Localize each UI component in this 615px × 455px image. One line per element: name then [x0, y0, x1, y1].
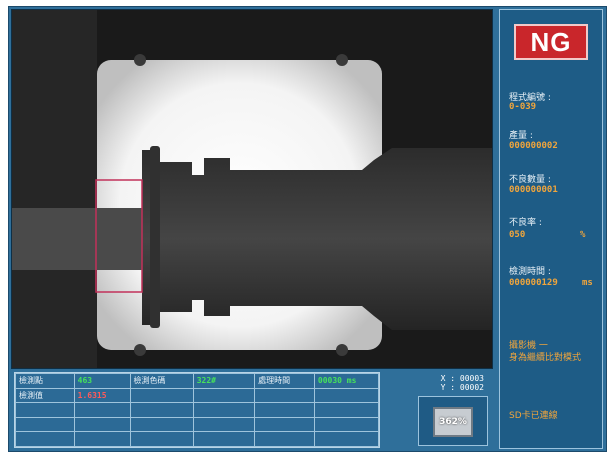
table-cell: 00030 ms — [313, 373, 380, 389]
sd-card-status: SD卡已連線 — [509, 411, 558, 421]
table-cell — [192, 387, 256, 404]
defect-rate-label: 不良率 : — [509, 218, 542, 228]
program-number-value: 0-039 — [509, 102, 537, 112]
table-cell: 檢測點 — [15, 373, 75, 389]
results-table: 檢測點 463 檢測色碼 322# 處理時間 00030 ms 檢測值 1.6315 — [15, 373, 380, 447]
table-cell — [15, 431, 75, 447]
coord-y: Y : 00002 — [440, 383, 484, 392]
defect-rate-unit: % — [580, 230, 586, 240]
table-cell — [129, 387, 194, 404]
production-count-value: 000000002 — [509, 141, 558, 151]
table-cell — [313, 402, 380, 418]
bolt-icon — [336, 344, 348, 356]
table-cell — [73, 402, 131, 418]
part-shaft — [12, 208, 152, 270]
table-cell — [313, 431, 380, 447]
result-badge: NG — [514, 24, 588, 60]
table-cell: 處理時間 — [254, 373, 315, 389]
table-cell — [313, 416, 380, 433]
camera-image — [12, 10, 492, 368]
table-cell: 463 — [73, 373, 131, 389]
table-row: 檢測值 1.6315 — [15, 387, 380, 404]
table-cell — [129, 402, 194, 418]
cursor-coordinates: X : 00003 Y : 00002 — [424, 374, 484, 392]
bolt-icon — [336, 54, 348, 66]
table-cell — [254, 387, 315, 404]
table-cell — [73, 416, 131, 433]
table-cell — [129, 431, 194, 447]
results-table-container: 檢測點 463 檢測色碼 322# 處理時間 00030 ms 檢測值 1.6315 — [14, 372, 380, 448]
production-count-label: 產量 : — [509, 131, 533, 141]
defect-count-label: 不良數量 : — [509, 175, 551, 185]
coord-x: X : 00003 — [440, 374, 484, 383]
camera-view[interactable] — [11, 9, 493, 369]
camera-mode-line2: 身為繼續比對模式 — [509, 353, 582, 363]
table-cell: 1.6315 — [73, 387, 131, 404]
inspection-time-value: 000000129 — [509, 278, 558, 288]
table-row — [15, 416, 380, 433]
bolt-icon — [134, 54, 146, 66]
zoom-level: 362% — [433, 407, 473, 437]
table-cell — [313, 387, 380, 404]
table-cell: 檢測色碼 — [129, 373, 194, 389]
table-cell — [192, 416, 256, 433]
inspection-time-unit: ms — [582, 278, 593, 288]
camera-mode-line1: 攝影機 一 — [509, 341, 548, 351]
table-cell — [15, 416, 75, 433]
table-cell — [129, 416, 194, 433]
table-row — [15, 431, 380, 447]
defect-count-value: 000000001 — [509, 185, 558, 195]
table-cell — [73, 431, 131, 447]
zoom-preview[interactable]: 362% — [418, 396, 488, 446]
table-cell: 檢測值 — [15, 387, 75, 404]
table-cell — [254, 402, 315, 418]
table-cell — [15, 402, 75, 418]
table-row — [15, 402, 380, 418]
table-cell: 322# — [192, 373, 256, 389]
table-cell — [254, 431, 315, 447]
table-cell — [192, 431, 256, 447]
defect-rate-value: 050 — [509, 230, 526, 240]
status-panel: NG 程式編號 : 0-039 產量 : 000000002 不良數量 : 00… — [499, 9, 603, 449]
bolt-icon — [134, 344, 146, 356]
table-cell — [192, 402, 256, 418]
table-row: 檢測點 463 檢測色碼 322# 處理時間 00030 ms — [15, 373, 380, 389]
inspection-time-label: 檢測時間 : — [509, 267, 551, 277]
table-cell — [254, 416, 315, 433]
